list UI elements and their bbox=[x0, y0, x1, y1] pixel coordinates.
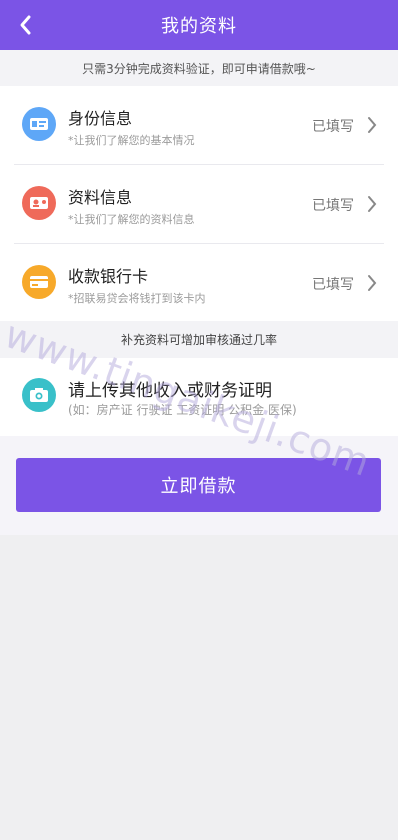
item-sub: *招联易贷会将钱打到该卡内 bbox=[68, 292, 206, 305]
button-area: 立即借款 bbox=[0, 436, 398, 535]
item-label: 资料信息 bbox=[68, 188, 133, 207]
bank-card-icon bbox=[22, 265, 56, 299]
list-item-bank-card[interactable]: 收款银行卡 *招联易贷会将钱打到该卡内 已填写 bbox=[14, 244, 384, 322]
chevron-right-icon bbox=[366, 273, 378, 293]
tip-banner: 只需3分钟完成资料验证，即可申请借款哦~ bbox=[0, 50, 398, 86]
upload-sub: (如：房产证 行驶证 工资证明 公积金 医保) bbox=[68, 403, 297, 417]
header-bar: 我的资料 bbox=[0, 0, 398, 50]
item-label: 收款银行卡 bbox=[68, 267, 149, 286]
page-title: 我的资料 bbox=[161, 16, 237, 37]
borrow-button[interactable]: 立即借款 bbox=[16, 458, 381, 512]
empty-area bbox=[0, 535, 398, 840]
chevron-right-icon bbox=[366, 115, 378, 135]
back-button[interactable] bbox=[14, 13, 36, 37]
list-item-identity[interactable]: 身份信息 *让我们了解您的基本情况 已填写 bbox=[14, 86, 384, 165]
profile-icon bbox=[22, 186, 56, 220]
upload-label: 请上传其他收入或财务证明 bbox=[68, 381, 272, 401]
item-label: 身份信息 bbox=[68, 109, 133, 128]
info-list: 身份信息 *让我们了解您的基本情况 已填写 资料信息 *让我们了解您的资料信息 … bbox=[0, 86, 398, 322]
section-note: 补充资料可增加审核通过几率 bbox=[0, 321, 398, 358]
item-sub: *让我们了解您的基本情况 bbox=[68, 134, 195, 147]
status-text: 已填写 bbox=[312, 119, 354, 135]
chevron-left-icon bbox=[20, 15, 31, 35]
item-sub: *让我们了解您的资料信息 bbox=[68, 213, 195, 226]
id-card-icon bbox=[22, 107, 56, 141]
status-text: 已填写 bbox=[312, 198, 354, 214]
list-item-profile[interactable]: 资料信息 *让我们了解您的资料信息 已填写 bbox=[14, 165, 384, 244]
upload-proof-item[interactable]: 请上传其他收入或财务证明 (如：房产证 行驶证 工资证明 公积金 医保) bbox=[0, 358, 398, 436]
camera-icon bbox=[22, 378, 56, 412]
status-text: 已填写 bbox=[312, 277, 354, 293]
chevron-right-icon bbox=[366, 194, 378, 214]
